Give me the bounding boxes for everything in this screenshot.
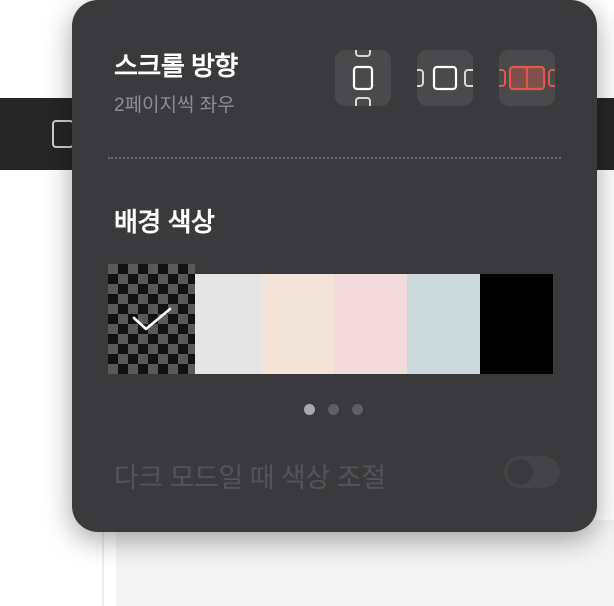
swatch-light-gray[interactable]: [195, 274, 261, 374]
background-color-title: 배경 색상: [114, 207, 215, 237]
scroll-direction-current-value: 2페이지씩 좌우: [114, 95, 235, 116]
swatch-light-blue[interactable]: [407, 274, 480, 374]
swatch-checker[interactable]: [108, 264, 195, 374]
toolbar-icon[interactable]: [52, 120, 74, 148]
dark-mode-color-adjust-toggle[interactable]: [504, 456, 560, 488]
section-divider: [108, 157, 561, 159]
pagination-dot-1[interactable]: [304, 404, 315, 415]
horizontal-single-page-icon: [417, 65, 473, 91]
swatch-cream[interactable]: [261, 274, 334, 374]
page-divider-line: [102, 520, 104, 606]
horizontal-two-page-icon: [499, 65, 555, 91]
toggle-knob: [507, 459, 533, 485]
horizontal-two-page-button[interactable]: [499, 50, 555, 106]
pagination-dot-3[interactable]: [352, 404, 363, 415]
viewer-page-area: [116, 520, 614, 606]
checkmark-icon: [132, 307, 172, 331]
pagination-dot-2[interactable]: [328, 404, 339, 415]
swatch-black[interactable]: [480, 274, 553, 374]
viewer-settings-popover: 스크롤 방향 2페이지씩 좌우 배경 색상 다크 모드일 때 색상 조절: [72, 0, 597, 532]
scroll-direction-title: 스크롤 방향: [114, 51, 238, 81]
horizontal-single-page-button[interactable]: [417, 50, 473, 106]
background-color-swatches: [108, 264, 553, 374]
swatch-pink[interactable]: [334, 274, 407, 374]
dark-mode-color-adjust-label: 다크 모드일 때 색상 조절: [114, 463, 386, 493]
vertical-scroll-button[interactable]: [335, 50, 391, 106]
vertical-scroll-icon: [352, 50, 374, 106]
